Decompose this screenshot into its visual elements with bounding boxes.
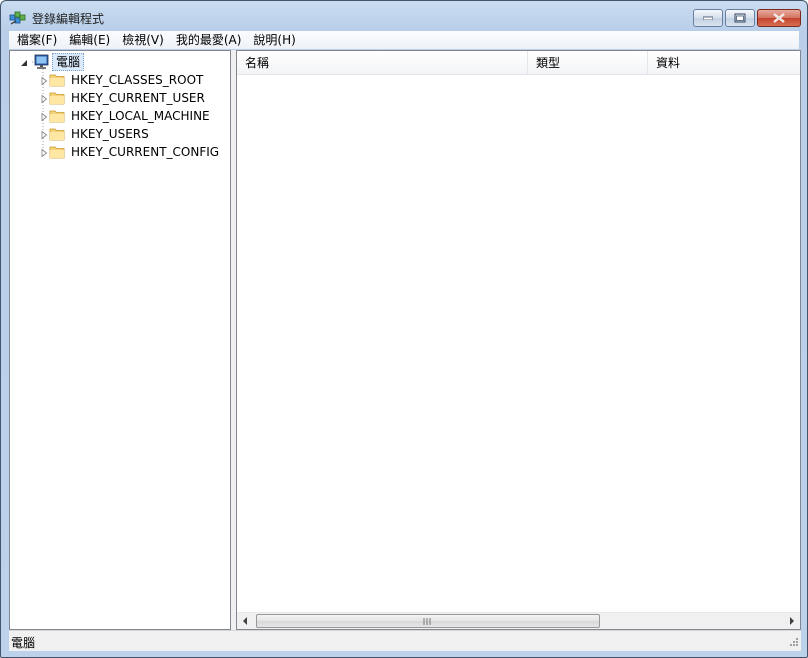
- resize-grip-icon[interactable]: [787, 637, 799, 649]
- maximize-button[interactable]: [725, 9, 755, 27]
- folder-icon: [49, 128, 65, 141]
- menu-view[interactable]: 檢視(V): [116, 31, 170, 49]
- tree-item-hklm[interactable]: HKEY_LOCAL_MACHINE: [39, 107, 212, 125]
- folder-icon: [49, 146, 65, 159]
- menu-favorites[interactable]: 我的最愛(A): [170, 31, 248, 49]
- values-list-pane[interactable]: 名稱 類型 資料: [236, 50, 801, 630]
- scroll-left-button[interactable]: [237, 613, 254, 629]
- expand-arrow-icon[interactable]: [39, 75, 49, 86]
- tree-label-hku: HKEY_USERS: [71, 127, 149, 141]
- horizontal-scrollbar[interactable]: [237, 612, 800, 629]
- client-area: 電腦 HKEY_CLASSES_ROOT HKEY_CURRENT_USER H…: [9, 50, 801, 630]
- menu-edit[interactable]: 編輯(E): [63, 31, 116, 49]
- expand-arrow-icon[interactable]: [39, 111, 49, 122]
- tree-label-hkcr: HKEY_CLASSES_ROOT: [71, 73, 204, 87]
- window-title: 登錄編輯程式: [32, 12, 105, 26]
- registry-editor-icon: [9, 11, 26, 25]
- tree-item-hkcc[interactable]: HKEY_CURRENT_CONFIG: [39, 143, 221, 161]
- menu-file[interactable]: 檔案(F): [11, 31, 63, 49]
- tree-item-computer[interactable]: 電腦: [19, 53, 85, 71]
- menu-bar: 檔案(F) 編輯(E) 檢視(V) 我的最愛(A) 說明(H): [9, 31, 799, 49]
- close-button[interactable]: [757, 9, 801, 27]
- menu-help[interactable]: 說明(H): [247, 31, 301, 49]
- scrollbar-thumb[interactable]: [256, 614, 600, 628]
- status-path: 電腦: [11, 636, 36, 650]
- minimize-icon: [703, 16, 713, 20]
- folder-icon: [49, 74, 65, 87]
- tree-item-hkcr[interactable]: HKEY_CLASSES_ROOT: [39, 71, 205, 89]
- status-bar: 電腦: [9, 630, 801, 651]
- tree-label-hkcc: HKEY_CURRENT_CONFIG: [71, 145, 220, 159]
- tree-label-computer: 電腦: [52, 53, 85, 71]
- expand-arrow-icon[interactable]: [39, 147, 49, 158]
- column-header-data[interactable]: 資料: [648, 51, 800, 75]
- column-header-name[interactable]: 名稱: [237, 51, 528, 75]
- expand-arrow-icon[interactable]: [39, 93, 49, 104]
- close-icon: [773, 13, 785, 23]
- folder-icon: [49, 92, 65, 105]
- maximize-icon: [734, 13, 746, 23]
- folder-icon: [49, 110, 65, 123]
- tree-item-hkcu[interactable]: HKEY_CURRENT_USER: [39, 89, 207, 107]
- list-header: 名稱 類型 資料: [237, 51, 800, 75]
- expand-arrow-icon[interactable]: [39, 129, 49, 140]
- key-tree-pane[interactable]: 電腦 HKEY_CLASSES_ROOT HKEY_CURRENT_USER H…: [9, 50, 231, 630]
- registry-editor-window: 登錄編輯程式 檔案(F) 編輯(E) 檢視(V) 我的最愛(A) 說明(H) 電…: [0, 0, 808, 658]
- tree-item-hku[interactable]: HKEY_USERS: [39, 125, 151, 143]
- scroll-right-icon: [790, 617, 794, 625]
- scroll-left-icon: [243, 617, 247, 625]
- minimize-button[interactable]: [693, 9, 723, 27]
- computer-icon: [32, 54, 49, 69]
- column-header-type[interactable]: 類型: [528, 51, 648, 75]
- scroll-grip-icon: [423, 618, 431, 625]
- title-bar[interactable]: 登錄編輯程式: [1, 1, 807, 31]
- tree-label-hklm: HKEY_LOCAL_MACHINE: [71, 109, 210, 123]
- collapse-arrow-icon[interactable]: [19, 57, 29, 67]
- scroll-right-button[interactable]: [783, 613, 800, 629]
- tree-label-hkcu: HKEY_CURRENT_USER: [71, 91, 205, 105]
